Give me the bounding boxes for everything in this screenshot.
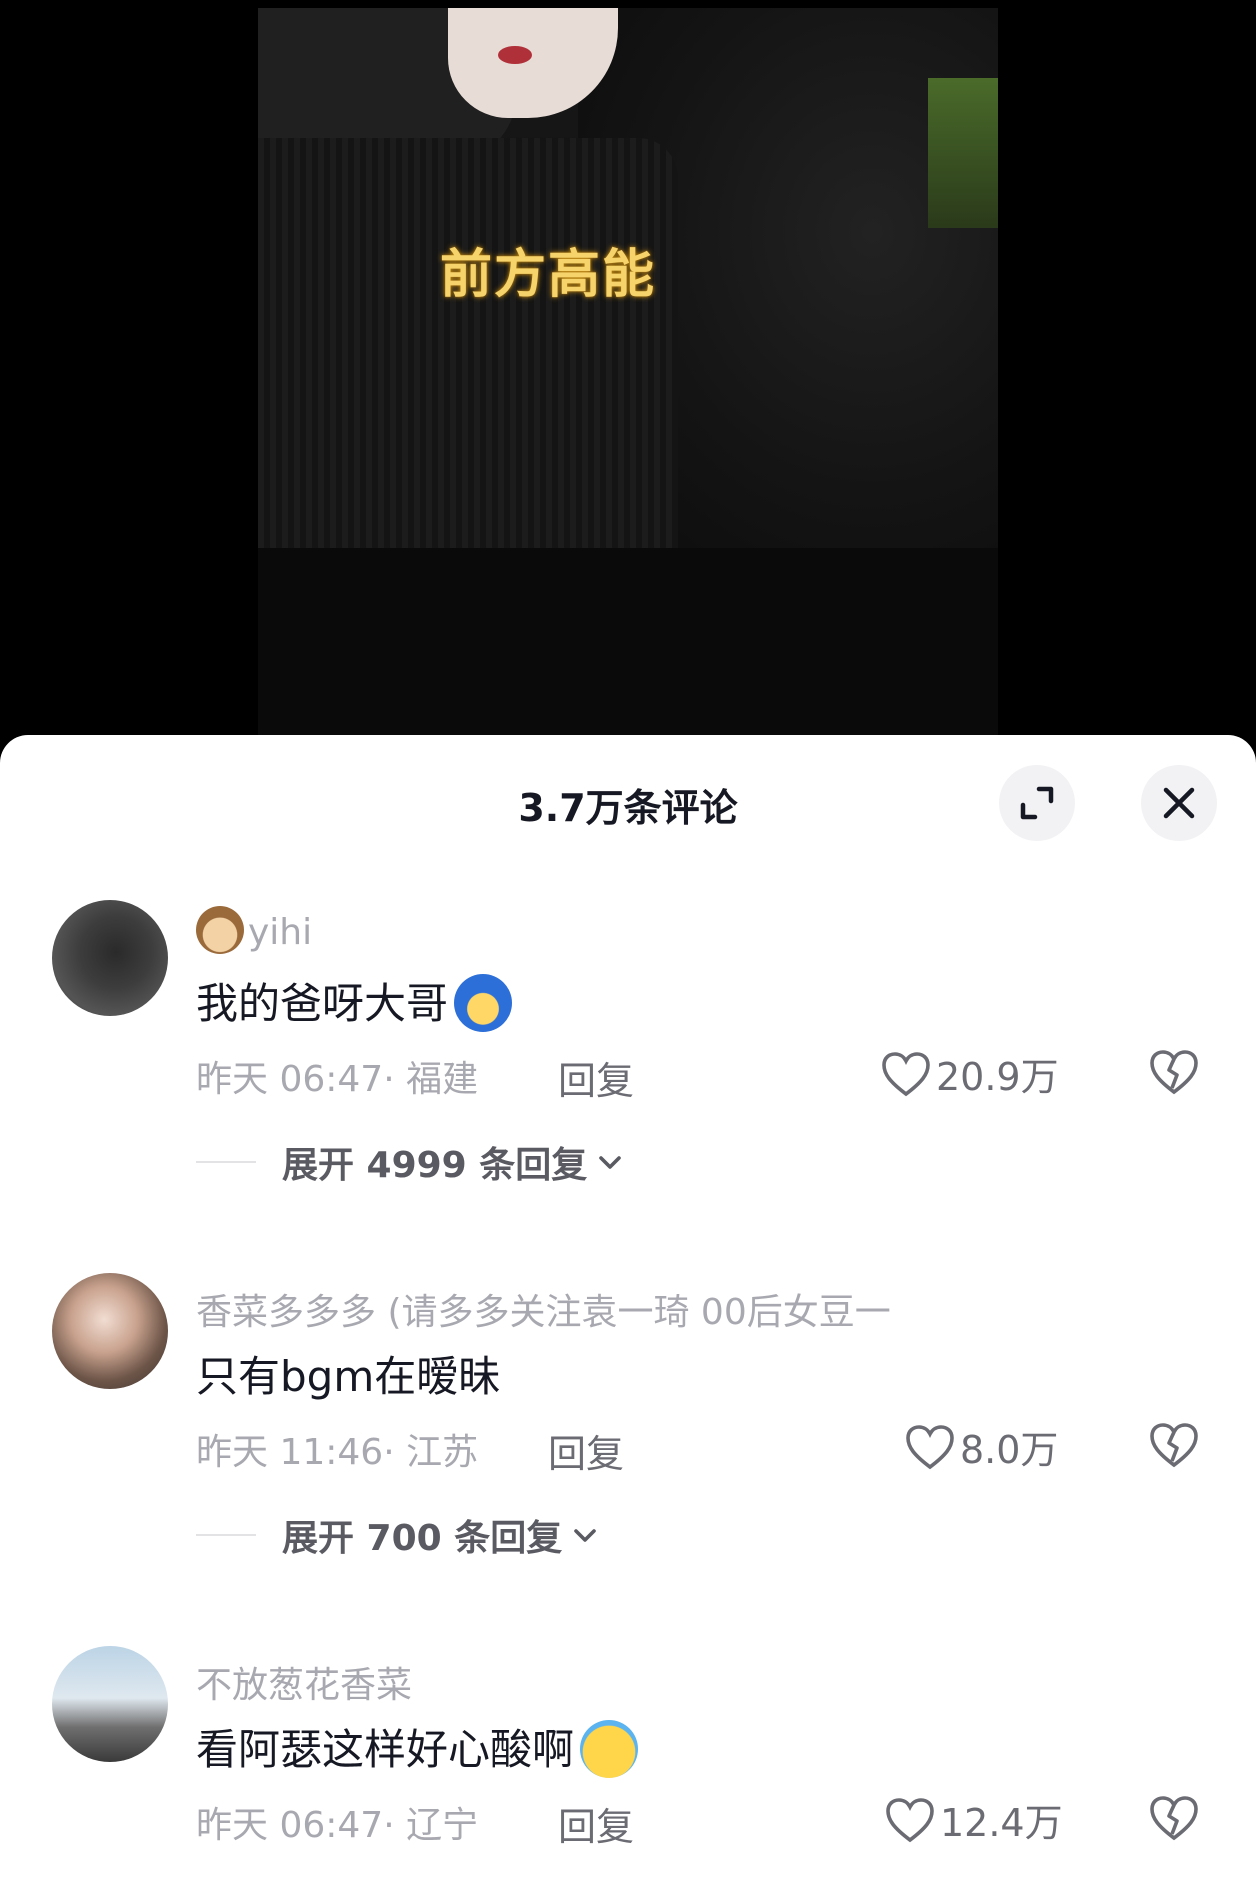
heart-icon — [882, 1051, 930, 1096]
expand-button[interactable] — [999, 765, 1075, 841]
comment-item: 香菜多多多 (请多多关注袁一琦 00后女豆一 只有bgm在暧昧 昨天 11:46… — [0, 1273, 1256, 1643]
expand-replies-button[interactable]: 展开 700 条回复 — [196, 1509, 598, 1561]
comment-username[interactable]: 不放葱花香菜 — [196, 1656, 412, 1708]
like-button[interactable]: 8.0万 — [904, 1419, 1058, 1474]
dislike-button[interactable] — [1148, 1048, 1200, 1100]
comment-username[interactable]: yihi — [196, 906, 312, 958]
video-overlay-caption: 前方高能 — [440, 245, 657, 305]
divider — [196, 1161, 256, 1163]
chevron-down-icon — [574, 1529, 597, 1542]
like-count: 12.4万 — [940, 1801, 1063, 1845]
avatar[interactable] — [52, 1273, 168, 1389]
crying-emoji-icon — [580, 1719, 639, 1778]
video-frame-lips — [498, 46, 532, 64]
broken-heart-icon — [1150, 1423, 1198, 1468]
broken-heart-icon — [1150, 1050, 1198, 1095]
comment-time-location: 昨天 11:46· 江苏 — [196, 1432, 479, 1473]
comment-text: 看阿瑟这样好心酸啊 — [196, 1716, 639, 1782]
comment-item: 不放葱花香菜 看阿瑟这样好心酸啊 昨天 06:47· 辽宁 回复 12.4万 — [0, 1646, 1256, 1876]
comment-item: yihi 我的爸呀大哥 昨天 06:47· 福建 回复 20.9万 展开 499… — [0, 900, 1256, 1270]
reply-button[interactable]: 回复 — [548, 1423, 624, 1478]
avatar[interactable] — [52, 1646, 168, 1762]
close-icon — [1163, 787, 1195, 819]
broken-heart-icon — [1150, 1796, 1198, 1841]
heart-icon — [906, 1424, 954, 1469]
comment-username[interactable]: 香菜多多多 (请多多关注袁一琦 00后女豆一 — [196, 1283, 891, 1335]
like-count: 8.0万 — [960, 1428, 1059, 1472]
comment-text: 只有bgm在暧昧 — [196, 1352, 501, 1401]
divider — [196, 1534, 256, 1536]
video-frame-jacket — [258, 138, 678, 548]
close-button[interactable] — [1141, 765, 1217, 841]
comments-sheet: 3.7万条评论 yihi 我的爸呀大哥 昨天 06:47· 福建 回复 20.9… — [0, 735, 1256, 1883]
video-frame-foliage — [928, 78, 998, 228]
monkey-emoji-icon — [196, 906, 244, 954]
heart-icon — [886, 1797, 934, 1842]
reply-button[interactable]: 回复 — [558, 1050, 634, 1105]
comment-time-location: 昨天 06:47· 辽宁 — [196, 1805, 479, 1846]
expand-replies-button[interactable]: 展开 4999 条回复 — [196, 1136, 623, 1188]
like-count: 20.9万 — [936, 1055, 1059, 1099]
dislike-button[interactable] — [1148, 1421, 1200, 1473]
dislike-button[interactable] — [1148, 1794, 1200, 1846]
chevron-down-icon — [599, 1156, 622, 1169]
video-frame-lower — [258, 548, 998, 735]
expand-icon — [1020, 786, 1054, 820]
comment-text: 我的爸呀大哥 — [196, 970, 513, 1036]
comment-time-location: 昨天 06:47· 福建 — [196, 1059, 479, 1100]
like-button[interactable]: 20.9万 — [880, 1046, 1059, 1101]
avatar[interactable] — [52, 900, 168, 1016]
like-button[interactable]: 12.4万 — [884, 1792, 1063, 1847]
video-player[interactable] — [258, 8, 998, 735]
comments-header: 3.7万条评论 — [0, 735, 1256, 865]
reply-button[interactable]: 回复 — [558, 1796, 634, 1851]
blue-hair-emoji-icon — [454, 973, 513, 1032]
